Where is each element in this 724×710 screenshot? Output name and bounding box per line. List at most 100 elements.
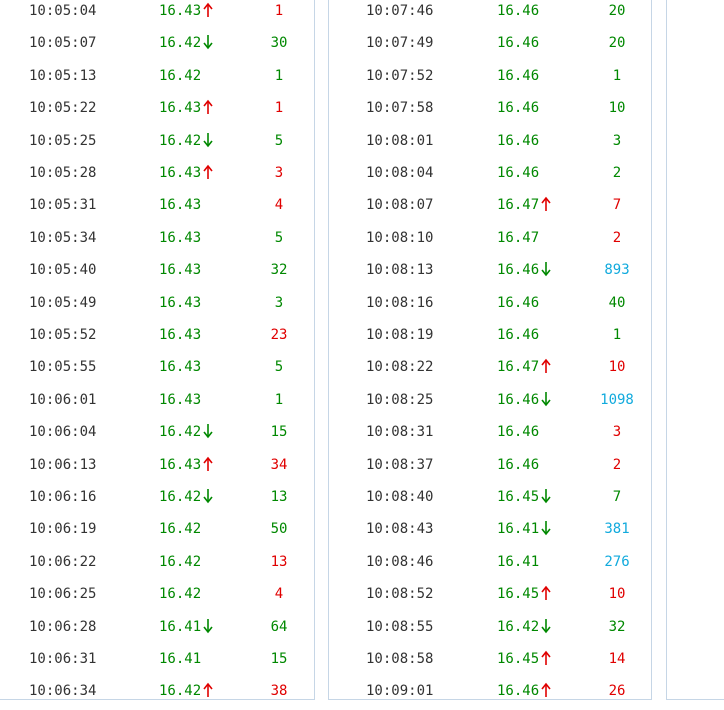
trade-row: 10:07:58 16.46 10 (329, 92, 651, 124)
trade-time: 10:05:40 (29, 262, 97, 279)
trade-row: 10:05:34 16.43 5 (0, 222, 314, 254)
trade-price: 16.46 (497, 675, 551, 707)
trade-volume: 40 (608, 294, 626, 311)
trade-time: 10:05:25 (29, 132, 97, 149)
trade-price-value: 16.43 (159, 229, 202, 246)
trade-price: 16.43 (159, 254, 201, 286)
trade-row: 10:05:31 16.43 4 (0, 189, 314, 221)
trade-row: 10:06:19 16.42 50 (0, 513, 314, 545)
trade-price: 16.47 (497, 222, 539, 254)
trade-price-value: 16.45 (497, 651, 540, 667)
trade-price: 16.43 (159, 287, 201, 319)
trade-price-value: 16.46 (497, 391, 540, 408)
trade-time: 10:07:58 (366, 100, 434, 117)
trade-volume: 64 (270, 618, 288, 635)
trade-volume: 1098 (600, 391, 634, 408)
trade-row: 10:08:07 16.47 7 (329, 189, 651, 221)
trade-time: 10:06:34 (29, 683, 97, 700)
trade-price-value: 16.43 (159, 100, 202, 117)
trade-price-value: 16.43 (159, 262, 202, 279)
trade-row: 10:06:04 16.42 15 (0, 416, 314, 448)
trade-row: 10:07:46 16.46 20 (329, 0, 651, 27)
arrow-down-icon (541, 618, 551, 634)
trade-price: 16.42 (159, 513, 201, 545)
trade-row: 10:08:19 16.46 1 (329, 319, 651, 351)
trade-time: 10:05:28 (29, 165, 97, 181)
trade-price-value: 16.42 (159, 35, 202, 52)
trade-price-value: 16.46 (497, 3, 540, 19)
trade-price: 16.43 (159, 449, 213, 481)
trade-price: 16.46 (497, 254, 551, 286)
trade-time: 10:05:31 (29, 197, 97, 214)
trade-price-value: 16.42 (159, 553, 202, 570)
trade-time: 10:06:28 (29, 618, 97, 635)
trade-time: 10:06:01 (29, 391, 97, 408)
trade-row: 10:08:37 16.46 2 (329, 449, 651, 481)
arrow-down-icon (203, 488, 213, 504)
trade-price-value: 16.47 (497, 229, 540, 246)
trade-row: 10:08:55 16.42 32 (329, 611, 651, 643)
trade-row: 10:08:46 16.41 276 (329, 546, 651, 578)
trade-row: 10:05:52 16.43 23 (0, 319, 314, 351)
trade-row: 10:08:16 16.46 40 (329, 287, 651, 319)
trade-price: 16.41 (497, 513, 551, 545)
trade-row: 10:08:31 16.46 3 (329, 416, 651, 448)
trade-price-value: 16.46 (497, 262, 540, 279)
trade-price: 16.43 (159, 351, 201, 383)
trade-volume: 5 (274, 229, 284, 246)
trade-price: 16.46 (497, 319, 539, 351)
trade-row: 10:09:01 16.46 26 (329, 675, 651, 707)
trade-row: 10:06:01 16.43 1 (0, 384, 314, 416)
trade-volume: 23 (270, 327, 288, 343)
trade-price: 16.42 (159, 60, 201, 92)
trade-price: 16.41 (159, 611, 213, 643)
arrow-up-icon (203, 164, 213, 180)
trade-time: 10:06:16 (29, 489, 97, 505)
trade-volume: 15 (270, 651, 288, 667)
arrow-down-icon (541, 520, 551, 536)
trade-row: 10:05:22 16.43 1 (0, 92, 314, 124)
trade-row: 10:05:07 16.42 30 (0, 27, 314, 59)
trade-price-value: 16.42 (159, 67, 202, 84)
trade-row: 10:05:28 16.43 3 (0, 157, 314, 189)
trade-price: 16.45 (497, 643, 551, 675)
arrow-up-icon (541, 358, 551, 374)
trade-price: 16.46 (497, 0, 539, 27)
trade-price: 16.42 (159, 578, 201, 610)
trade-row: 10:05:40 16.43 32 (0, 254, 314, 286)
trade-price-value: 16.46 (497, 294, 540, 311)
trade-list-panel-1: 10:05:04 16.43 1 10:05:07 16.42 30 10:05:13 16.… (0, 0, 315, 700)
trade-price: 16.42 (159, 27, 213, 59)
trade-price-value: 16.46 (497, 683, 540, 700)
trade-row: 10:08:52 16.45 10 (329, 578, 651, 610)
trade-price-value: 16.42 (497, 618, 540, 635)
trade-volume: 3 (612, 132, 622, 149)
trade-price-value: 16.41 (159, 618, 202, 635)
trade-volume: 3 (612, 424, 622, 441)
trade-price: 16.43 (159, 189, 201, 221)
trade-time: 10:08:04 (366, 165, 434, 181)
trade-list-panel-3 (666, 0, 724, 700)
trade-price: 16.41 (497, 546, 539, 578)
trade-time: 10:08:13 (366, 262, 434, 279)
trade-price-value: 16.43 (159, 3, 202, 19)
trade-price: 16.47 (497, 351, 551, 383)
arrow-down-icon (541, 391, 551, 407)
trade-row: 10:05:49 16.43 3 (0, 287, 314, 319)
trade-volume: 7 (612, 489, 622, 505)
trade-price: 16.46 (497, 287, 539, 319)
trade-row: 10:08:04 16.46 2 (329, 157, 651, 189)
trade-volume: 1 (274, 3, 284, 19)
trade-price: 16.42 (159, 481, 213, 513)
trade-time: 10:06:13 (29, 456, 97, 473)
trade-volume: 3 (274, 294, 284, 311)
trade-price: 16.42 (497, 611, 551, 643)
trade-volume: 276 (604, 553, 630, 570)
trade-price: 16.46 (497, 27, 539, 59)
trade-time: 10:05:22 (29, 100, 97, 117)
trade-time: 10:05:04 (29, 3, 97, 19)
trade-price-value: 16.42 (159, 132, 202, 149)
trade-row: 10:08:22 16.47 10 (329, 351, 651, 383)
trade-time: 10:06:04 (29, 424, 97, 441)
trade-row: 10:07:52 16.46 1 (329, 60, 651, 92)
